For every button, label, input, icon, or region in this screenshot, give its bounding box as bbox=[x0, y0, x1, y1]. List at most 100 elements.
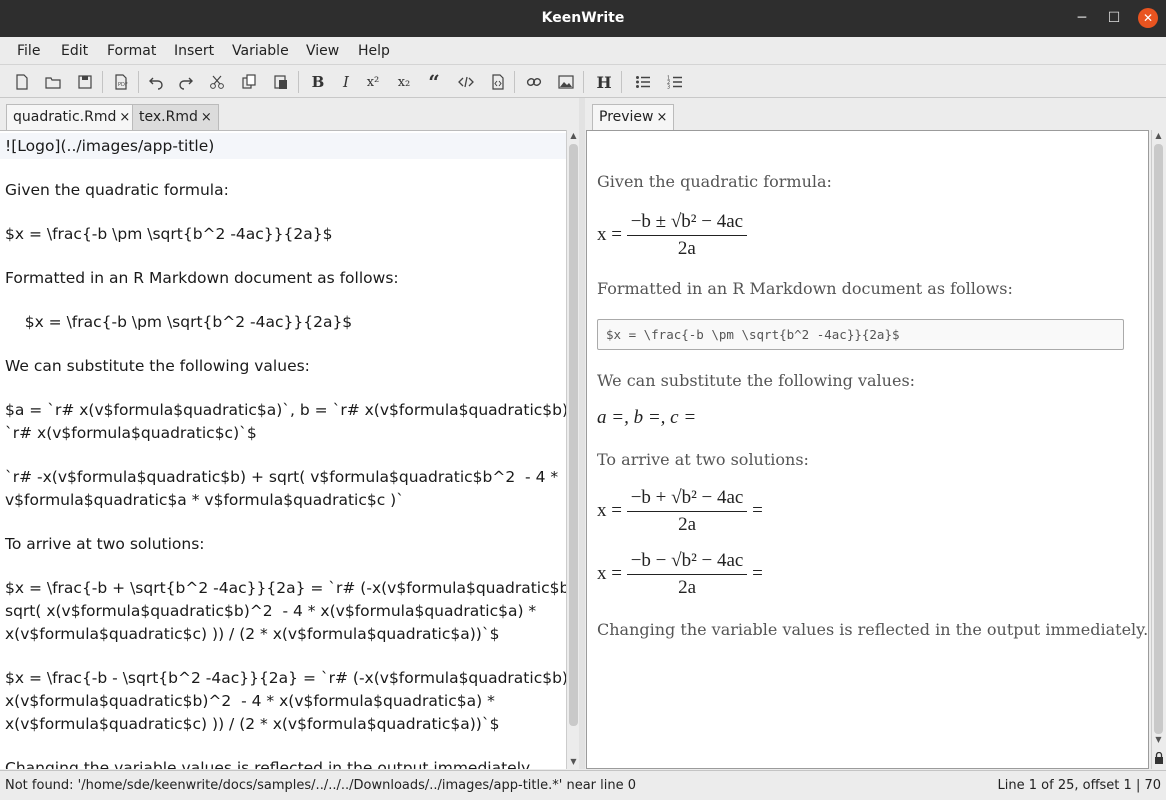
preview-paragraph: To arrive at two solutions: bbox=[597, 450, 809, 469]
italic-icon[interactable]: I bbox=[335, 71, 357, 93]
equation-denominator: 2a bbox=[678, 514, 696, 535]
image-icon[interactable] bbox=[555, 71, 577, 93]
editor-line: $x = \frac{-b - \sqrt{b^2 -4ac}}{2a} = `… bbox=[5, 669, 566, 687]
equation-rhs: = bbox=[752, 499, 763, 521]
preview-paragraph: Changing the variable values is reflecte… bbox=[597, 620, 1149, 639]
tab-label: tex.Rmd bbox=[139, 109, 198, 125]
menu-format[interactable]: Format bbox=[107, 43, 156, 59]
title-bar: KeenWrite ─ ☐ ✕ bbox=[0, 0, 1166, 37]
code-block-icon[interactable] bbox=[487, 71, 509, 93]
tab-label: quadratic.Rmd bbox=[13, 109, 117, 125]
export-pdf-icon[interactable]: PDF bbox=[110, 71, 132, 93]
editor-line: We can substitute the following values: bbox=[5, 357, 310, 375]
scroll-up-icon[interactable]: ▲ bbox=[1152, 130, 1165, 142]
equation-rhs: = bbox=[752, 562, 763, 584]
undo-icon[interactable] bbox=[145, 71, 167, 93]
editor-line: $x = \frac{-b \pm \sqrt{b^2 -4ac}}{2a}$ bbox=[5, 225, 333, 243]
code-icon[interactable] bbox=[455, 71, 477, 93]
blockquote-icon[interactable]: “ bbox=[423, 70, 445, 94]
window-title: KeenWrite bbox=[541, 10, 625, 26]
minimize-icon[interactable]: ─ bbox=[1072, 8, 1092, 28]
equation-plus: x = −b + √b² − 4ac 2a = bbox=[597, 487, 763, 536]
text-editor[interactable]: ![Logo](../images/app-title) Given the q… bbox=[0, 130, 566, 769]
menu-file[interactable]: File bbox=[17, 43, 40, 59]
editor-scrollbar[interactable]: ▲ ▼ bbox=[566, 130, 579, 769]
editor-line: Formatted in an R Markdown document as f… bbox=[5, 269, 399, 287]
status-message: Not found: '/home/sde/keenwrite/docs/sam… bbox=[5, 778, 637, 793]
svg-text:3: 3 bbox=[667, 85, 670, 91]
editor-line: sqrt( x(v$formula$quadratic$b)^2 - 4 * x… bbox=[5, 602, 537, 620]
close-window-icon[interactable]: ✕ bbox=[1138, 8, 1158, 28]
equation-denominator: 2a bbox=[677, 238, 696, 259]
code-block: $x = \frac{-b \pm \sqrt{b^2 -4ac}}{2a}$ bbox=[597, 319, 1124, 350]
equation-lhs: x = bbox=[597, 499, 622, 521]
tab-close-icon[interactable]: × bbox=[119, 110, 130, 125]
equation-denominator: 2a bbox=[678, 577, 696, 598]
toolbar: PDF B I x² x₂ “ H 123 bbox=[0, 65, 1166, 98]
subscript-icon[interactable]: x₂ bbox=[393, 71, 415, 93]
preview-pane: Given the quadratic formula: x = −b ± √b… bbox=[586, 130, 1149, 769]
equation-quadratic: x = −b ± √b² − 4ac 2a bbox=[597, 211, 748, 260]
tab-close-icon[interactable]: × bbox=[201, 110, 212, 125]
tab-label: Preview bbox=[599, 109, 654, 125]
menu-edit[interactable]: Edit bbox=[61, 43, 88, 59]
editor-line: x(v$formula$quadratic$c) )) / (2 * x(v$f… bbox=[5, 625, 500, 643]
editor-line: To arrive at two solutions: bbox=[5, 535, 205, 553]
svg-text:PDF: PDF bbox=[118, 82, 128, 88]
tab-quadratic[interactable]: quadratic.Rmd × bbox=[6, 104, 138, 130]
editor-line: `r# x(v$formula$quadratic$c)`$ bbox=[5, 424, 257, 442]
preview-scrollbar[interactable]: ▲ ▼ bbox=[1151, 130, 1164, 769]
editor-line: Given the quadratic formula: bbox=[5, 181, 229, 199]
scrollbar-thumb[interactable] bbox=[569, 144, 578, 726]
numbered-list-icon[interactable]: 123 bbox=[664, 71, 686, 93]
copy-icon[interactable] bbox=[238, 71, 260, 93]
bold-icon[interactable]: B bbox=[307, 71, 329, 93]
preview-paragraph: Formatted in an R Markdown document as f… bbox=[597, 279, 1013, 298]
new-file-icon[interactable] bbox=[11, 71, 33, 93]
editor-line: $x = \frac{-b \pm \sqrt{b^2 -4ac}}{2a}$ bbox=[5, 313, 353, 331]
menu-insert[interactable]: Insert bbox=[174, 43, 214, 59]
editor-line: $a = `r# x(v$formula$quadratic$a)`, b = … bbox=[5, 401, 566, 419]
editor-line: v$formula$quadratic$a * v$formula$quadra… bbox=[5, 491, 404, 509]
editor-line: x(v$formula$quadratic$c) )) / (2 * x(v$f… bbox=[5, 715, 500, 733]
editor-line: `r# -x(v$formula$quadratic$b) + sqrt( v$… bbox=[5, 468, 559, 486]
redo-icon[interactable] bbox=[175, 71, 197, 93]
pane-splitter[interactable] bbox=[579, 98, 585, 769]
tab-close-icon[interactable]: × bbox=[657, 110, 668, 125]
editor-tab-strip: quadratic.Rmd × tex.Rmd × bbox=[0, 98, 579, 130]
editor-line: Changing the variable values is reflecte… bbox=[5, 759, 533, 769]
preview-paragraph: Given the quadratic formula: bbox=[597, 172, 832, 191]
equation-lhs: x = bbox=[597, 223, 622, 245]
menu-help[interactable]: Help bbox=[358, 43, 390, 59]
caret-position: Line 1 of 25, offset 1 | 70 bbox=[997, 778, 1161, 793]
equation-numerator: −b + √b² − 4ac bbox=[626, 487, 748, 512]
superscript-icon[interactable]: x² bbox=[362, 71, 384, 93]
editor-line: ![Logo](../images/app-title) bbox=[5, 137, 215, 155]
editor-line: x(v$formula$quadratic$b)^2 - 4 * x(v$for… bbox=[5, 692, 495, 710]
bullet-list-icon[interactable] bbox=[632, 71, 654, 93]
maximize-icon[interactable]: ☐ bbox=[1104, 8, 1124, 28]
menu-bar: File Edit Format Insert Variable View He… bbox=[0, 37, 1166, 65]
scroll-down-icon[interactable]: ▼ bbox=[1152, 734, 1165, 746]
status-bar: Not found: '/home/sde/keenwrite/docs/sam… bbox=[0, 770, 1166, 800]
open-folder-icon[interactable] bbox=[42, 71, 64, 93]
tab-tex[interactable]: tex.Rmd × bbox=[132, 104, 219, 130]
equation-numerator: −b − √b² − 4ac bbox=[626, 550, 748, 575]
link-icon[interactable] bbox=[523, 71, 545, 93]
save-icon[interactable] bbox=[74, 71, 96, 93]
preview-tab-strip: Preview × bbox=[586, 98, 1166, 130]
paste-icon[interactable] bbox=[270, 71, 292, 93]
editor-line: $x = \frac{-b + \sqrt{b^2 -4ac}}{2a} = `… bbox=[5, 579, 566, 597]
values-line: a =, b =, c = bbox=[597, 407, 697, 428]
equation-numerator: −b ± √b² − 4ac bbox=[626, 211, 748, 236]
preview-paragraph: We can substitute the following values: bbox=[597, 371, 916, 390]
cut-icon[interactable] bbox=[206, 71, 228, 93]
menu-variable[interactable]: Variable bbox=[232, 43, 289, 59]
lock-icon[interactable] bbox=[1152, 751, 1165, 767]
scrollbar-thumb[interactable] bbox=[1154, 144, 1163, 734]
equation-lhs: x = bbox=[597, 562, 622, 584]
menu-view[interactable]: View bbox=[306, 43, 339, 59]
equation-minus: x = −b − √b² − 4ac 2a = bbox=[597, 550, 763, 599]
heading-icon[interactable]: H bbox=[593, 71, 615, 93]
tab-preview[interactable]: Preview × bbox=[592, 104, 675, 130]
